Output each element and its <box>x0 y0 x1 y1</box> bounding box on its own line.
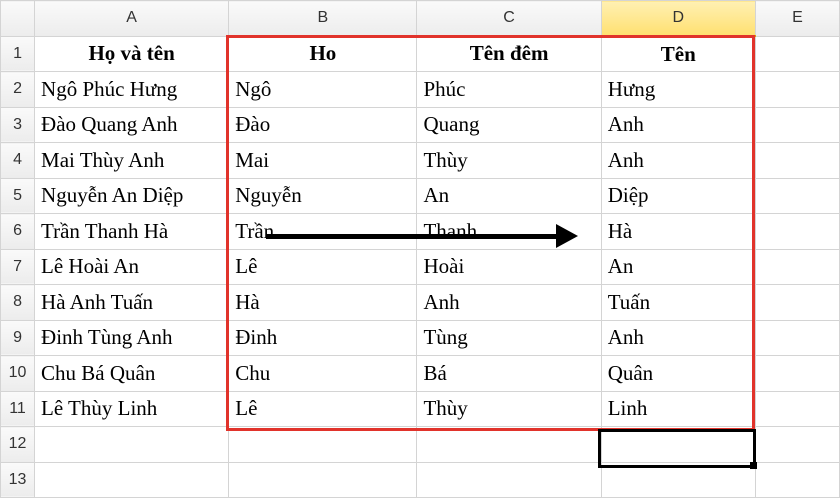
cell-D5[interactable]: Diệp <box>601 178 755 214</box>
cell-C4[interactable]: Thùy <box>417 143 601 179</box>
cell-D6[interactable]: Hà <box>601 214 755 250</box>
column-header-A[interactable]: A <box>35 1 229 37</box>
cell-C10[interactable]: Bá <box>417 356 601 392</box>
cell-B1[interactable]: Ho <box>229 36 417 72</box>
cell-D12[interactable] <box>601 427 755 463</box>
cell-C1[interactable]: Tên đêm <box>417 36 601 72</box>
cell-A13[interactable] <box>35 462 229 498</box>
cell-C13[interactable] <box>417 462 601 498</box>
cell-E4[interactable] <box>755 143 839 179</box>
cell-A1[interactable]: Họ và tên <box>35 36 229 72</box>
cell-D11[interactable]: Linh <box>601 391 755 427</box>
cell-E11[interactable] <box>755 391 839 427</box>
row-header-3[interactable]: 3 <box>1 107 35 143</box>
cell-E1[interactable] <box>755 36 839 72</box>
row-header-10[interactable]: 10 <box>1 356 35 392</box>
cell-A5[interactable]: Nguyễn An Diệp <box>35 178 229 214</box>
row-header-11[interactable]: 11 <box>1 391 35 427</box>
cell-E13[interactable] <box>755 462 839 498</box>
row-header-2[interactable]: 2 <box>1 72 35 108</box>
column-header-D[interactable]: D <box>601 1 755 37</box>
cell-A11[interactable]: Lê Thùy Linh <box>35 391 229 427</box>
cell-C2[interactable]: Phúc <box>417 72 601 108</box>
row-header-7[interactable]: 7 <box>1 249 35 285</box>
row-header-4[interactable]: 4 <box>1 143 35 179</box>
cell-E10[interactable] <box>755 356 839 392</box>
cell-C9[interactable]: Tùng <box>417 320 601 356</box>
cell-A10[interactable]: Chu Bá Quân <box>35 356 229 392</box>
cell-C8[interactable]: Anh <box>417 285 601 321</box>
column-header-C[interactable]: C <box>417 1 601 37</box>
column-header-B[interactable]: B <box>229 1 417 37</box>
cell-A6[interactable]: Trần Thanh Hà <box>35 214 229 250</box>
cell-E5[interactable] <box>755 178 839 214</box>
select-all-corner[interactable] <box>1 1 35 37</box>
cell-D9[interactable]: Anh <box>601 320 755 356</box>
cell-C12[interactable] <box>417 427 601 463</box>
cell-B9[interactable]: Đinh <box>229 320 417 356</box>
cell-C6[interactable]: Thanh <box>417 214 601 250</box>
cell-A8[interactable]: Hà Anh Tuấn <box>35 285 229 321</box>
cell-E3[interactable] <box>755 107 839 143</box>
cell-B7[interactable]: Lê <box>229 249 417 285</box>
cell-D2[interactable]: Hưng <box>601 72 755 108</box>
row-header-1[interactable]: 1 <box>1 36 35 72</box>
cell-A9[interactable]: Đinh Tùng Anh <box>35 320 229 356</box>
cell-E8[interactable] <box>755 285 839 321</box>
cell-B5[interactable]: Nguyễn <box>229 178 417 214</box>
cell-E6[interactable] <box>755 214 839 250</box>
cell-E9[interactable] <box>755 320 839 356</box>
cell-A3[interactable]: Đào Quang Anh <box>35 107 229 143</box>
cell-B12[interactable] <box>229 427 417 463</box>
cell-B13[interactable] <box>229 462 417 498</box>
cell-C11[interactable]: Thùy <box>417 391 601 427</box>
cell-B3[interactable]: Đào <box>229 107 417 143</box>
row-header-9[interactable]: 9 <box>1 320 35 356</box>
cell-B6[interactable]: Trần <box>229 214 417 250</box>
cell-D10[interactable]: Quân <box>601 356 755 392</box>
cell-A4[interactable]: Mai Thùy Anh <box>35 143 229 179</box>
cell-D7[interactable]: An <box>601 249 755 285</box>
cell-B8[interactable]: Hà <box>229 285 417 321</box>
row-header-13[interactable]: 13 <box>1 462 35 498</box>
cell-E2[interactable] <box>755 72 839 108</box>
cell-D8[interactable]: Tuấn <box>601 285 755 321</box>
row-header-12[interactable]: 12 <box>1 427 35 463</box>
cell-E7[interactable] <box>755 249 839 285</box>
cell-C3[interactable]: Quang <box>417 107 601 143</box>
column-header-E[interactable]: E <box>755 1 839 37</box>
cell-D3[interactable]: Anh <box>601 107 755 143</box>
cell-D4[interactable]: Anh <box>601 143 755 179</box>
row-header-5[interactable]: 5 <box>1 178 35 214</box>
row-header-8[interactable]: 8 <box>1 285 35 321</box>
cell-C7[interactable]: Hoài <box>417 249 601 285</box>
cell-A12[interactable] <box>35 427 229 463</box>
cell-B4[interactable]: Mai <box>229 143 417 179</box>
cell-E12[interactable] <box>755 427 839 463</box>
cell-D13[interactable] <box>601 462 755 498</box>
cell-B2[interactable]: Ngô <box>229 72 417 108</box>
row-header-6[interactable]: 6 <box>1 214 35 250</box>
cell-B10[interactable]: Chu <box>229 356 417 392</box>
spreadsheet-grid[interactable]: ABCDE1Họ và tênHoTên đêmTên2Ngô Phúc Hưn… <box>0 0 840 498</box>
cell-D1[interactable]: Tên <box>601 36 755 72</box>
cell-A2[interactable]: Ngô Phúc Hưng <box>35 72 229 108</box>
cell-A7[interactable]: Lê Hoài An <box>35 249 229 285</box>
cell-B11[interactable]: Lê <box>229 391 417 427</box>
cell-C5[interactable]: An <box>417 178 601 214</box>
